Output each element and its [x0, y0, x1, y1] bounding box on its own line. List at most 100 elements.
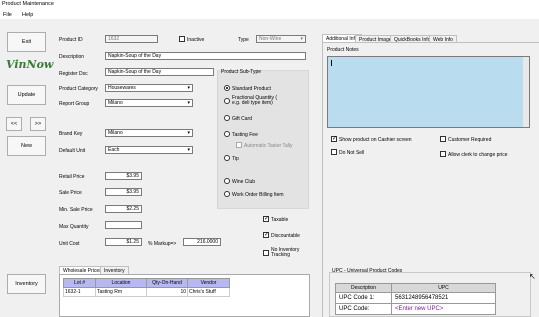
category-value: Housewares — [108, 85, 136, 91]
exit-button[interactable]: Exit — [7, 32, 46, 52]
default-unit-label: Default Unit — [59, 148, 86, 154]
report-group-value: Milano — [108, 100, 123, 106]
description-field[interactable]: Napkin-Soup of the Day — [105, 52, 306, 60]
notes-scrollbar[interactable] — [523, 57, 529, 127]
update-button[interactable]: Update — [7, 85, 46, 105]
radio-gift-card[interactable] — [224, 115, 230, 121]
inventory-grid-panel: Lot # Location Qty-On-Hand Vendor 1632-1… — [59, 274, 310, 317]
vinnow-logo: VinNow — [6, 58, 54, 71]
grid-cell[interactable]: Chris's Stuff — [187, 287, 230, 297]
tab-inventory[interactable]: Inventory — [100, 266, 129, 274]
allow-clerk-checkbox[interactable] — [440, 151, 446, 157]
product-id-label: Product ID — [59, 37, 83, 43]
type-label: Type — [238, 37, 249, 43]
radio-wine-club[interactable] — [224, 178, 230, 184]
no-inventory-checkbox[interactable] — [263, 250, 269, 256]
radio-tip[interactable] — [224, 155, 230, 161]
brand-key-label: Brand Key — [59, 131, 83, 137]
product-notes-textarea[interactable] — [327, 56, 530, 128]
report-group-label: Report Group — [59, 101, 90, 107]
inventory-grid: Lot # Location Qty-On-Hand Vendor 1632-1… — [63, 278, 230, 297]
unit-cost-label: Unit Cost — [59, 241, 80, 247]
taxable-label: Taxable — [271, 217, 289, 223]
min-sale-price-label: Min. Sale Price — [59, 207, 93, 213]
customer-required-label: Customer Required — [448, 137, 492, 143]
brand-key-value: Milano — [108, 130, 123, 136]
do-not-sell-label: Do Not Sell — [339, 150, 365, 156]
show-cashier-checkbox[interactable] — [331, 135, 337, 142]
max-quantity-label: Max Quantity — [59, 224, 89, 230]
default-unit-select[interactable]: Each ▾ — [105, 146, 193, 154]
min-sale-price-field[interactable]: $2.25 — [105, 205, 142, 213]
menu-bar: File Help — [0, 10, 539, 19]
max-quantity-field[interactable] — [105, 221, 142, 229]
register-desc-field[interactable]: Napkin-Soup of the Day — [105, 68, 214, 76]
radio-standard-label: Standard Product — [232, 86, 271, 92]
upc-cell[interactable]: 5631248956478521 — [391, 292, 496, 304]
radio-gift-card-label: Gift Card — [232, 116, 253, 122]
inventory-button[interactable]: Inventory — [7, 274, 46, 294]
menu-file[interactable]: File — [3, 12, 12, 18]
table-row[interactable]: UPC Code: <Enter new UPC> — [335, 303, 496, 315]
radio-fractional[interactable] — [224, 98, 230, 104]
markup-label: % Markup=> — [148, 241, 177, 247]
auto-taster-checkbox[interactable] — [236, 142, 242, 148]
category-label: Product Category — [59, 86, 98, 92]
upc-table: Description UPC UPC Code 1: 563124895647… — [335, 283, 496, 315]
grid-header-row: Lot # Location Qty-On-Hand Vendor — [63, 278, 230, 288]
radio-work-order-label: Work Order Billing Item — [232, 192, 284, 198]
retail-price-field[interactable]: $3.95 — [105, 172, 142, 180]
category-select[interactable]: Housewares ▾ — [105, 84, 193, 92]
product-notes-label: Product Notes — [327, 47, 359, 53]
table-row[interactable]: UPC Code 1: 5631248956478521 — [335, 292, 496, 304]
grid-cell[interactable]: 1632-1 — [63, 287, 96, 297]
grid-cell[interactable]: 10 — [146, 287, 188, 297]
inactive-checkbox[interactable] — [179, 36, 185, 42]
report-group-select[interactable]: Milano ▾ — [105, 99, 193, 107]
radio-work-order[interactable] — [224, 191, 230, 197]
product-id-field[interactable]: 1632 — [105, 35, 158, 43]
register-desc-label: Register Dsc — [59, 71, 88, 77]
default-unit-value: Each — [108, 147, 120, 153]
taxable-checkbox[interactable] — [263, 215, 269, 222]
description-label: Description — [59, 54, 85, 60]
window-title: Product Maintenance — [2, 1, 54, 7]
inactive-label: Inactive — [187, 37, 205, 43]
chevron-down-icon: ▾ — [187, 147, 190, 153]
sale-price-label: Sale Price — [59, 190, 82, 196]
do-not-sell-checkbox[interactable] — [331, 149, 337, 155]
tab-wholesale-prices[interactable]: Wholesale Prices — [59, 266, 106, 274]
auto-taster-label: Automatic Taster Tally — [244, 143, 293, 149]
next-button[interactable]: >> — [30, 117, 46, 131]
grid-header: Qty-On-Hand — [146, 278, 188, 288]
menu-help[interactable]: Help — [22, 12, 33, 18]
chevron-down-icon: ▾ — [187, 85, 190, 91]
unit-cost-field[interactable]: $1.25 — [105, 238, 142, 246]
grid-header: Vendor — [187, 278, 230, 288]
subtype-title: Product Sub-Type — [221, 69, 262, 75]
discountable-checkbox[interactable] — [263, 231, 269, 238]
upc-new-cell[interactable]: <Enter new UPC> — [391, 303, 496, 315]
title-bar: Product Maintenance — [0, 0, 539, 10]
table-row[interactable]: 1632-1 Tasting Rm 10 Chris's Stuff — [63, 287, 230, 297]
brand-key-select[interactable]: Milano ▾ — [105, 129, 193, 137]
upc-cell: UPC Code: — [335, 303, 392, 315]
radio-standard[interactable] — [224, 85, 230, 91]
radio-tasting-fee-label: Tasting Fee — [232, 132, 258, 138]
type-select[interactable]: Non-Wine ▾ — [256, 35, 306, 43]
grid-header: Lot # — [63, 278, 96, 288]
allow-clerk-label: Allow clerk to change price — [448, 152, 508, 158]
radio-wine-club-label: Wine Club — [232, 179, 256, 185]
show-cashier-label: Show product on Cashier screen — [339, 137, 412, 143]
customer-required-checkbox[interactable] — [440, 136, 446, 142]
upc-header: Description — [335, 283, 392, 293]
markup-field[interactable]: 216.0000 — [183, 238, 221, 246]
sale-price-field[interactable]: $3.95 — [105, 188, 142, 196]
grid-cell[interactable]: Tasting Rm — [95, 287, 147, 297]
upc-section-label: UPC - Universal Product Codes — [332, 268, 403, 274]
new-button[interactable]: New — [7, 136, 46, 156]
radio-tasting-fee[interactable] — [224, 131, 230, 137]
chevron-down-icon: ▾ — [187, 130, 190, 136]
prev-button[interactable]: << — [6, 117, 22, 131]
text-caret — [331, 60, 332, 66]
